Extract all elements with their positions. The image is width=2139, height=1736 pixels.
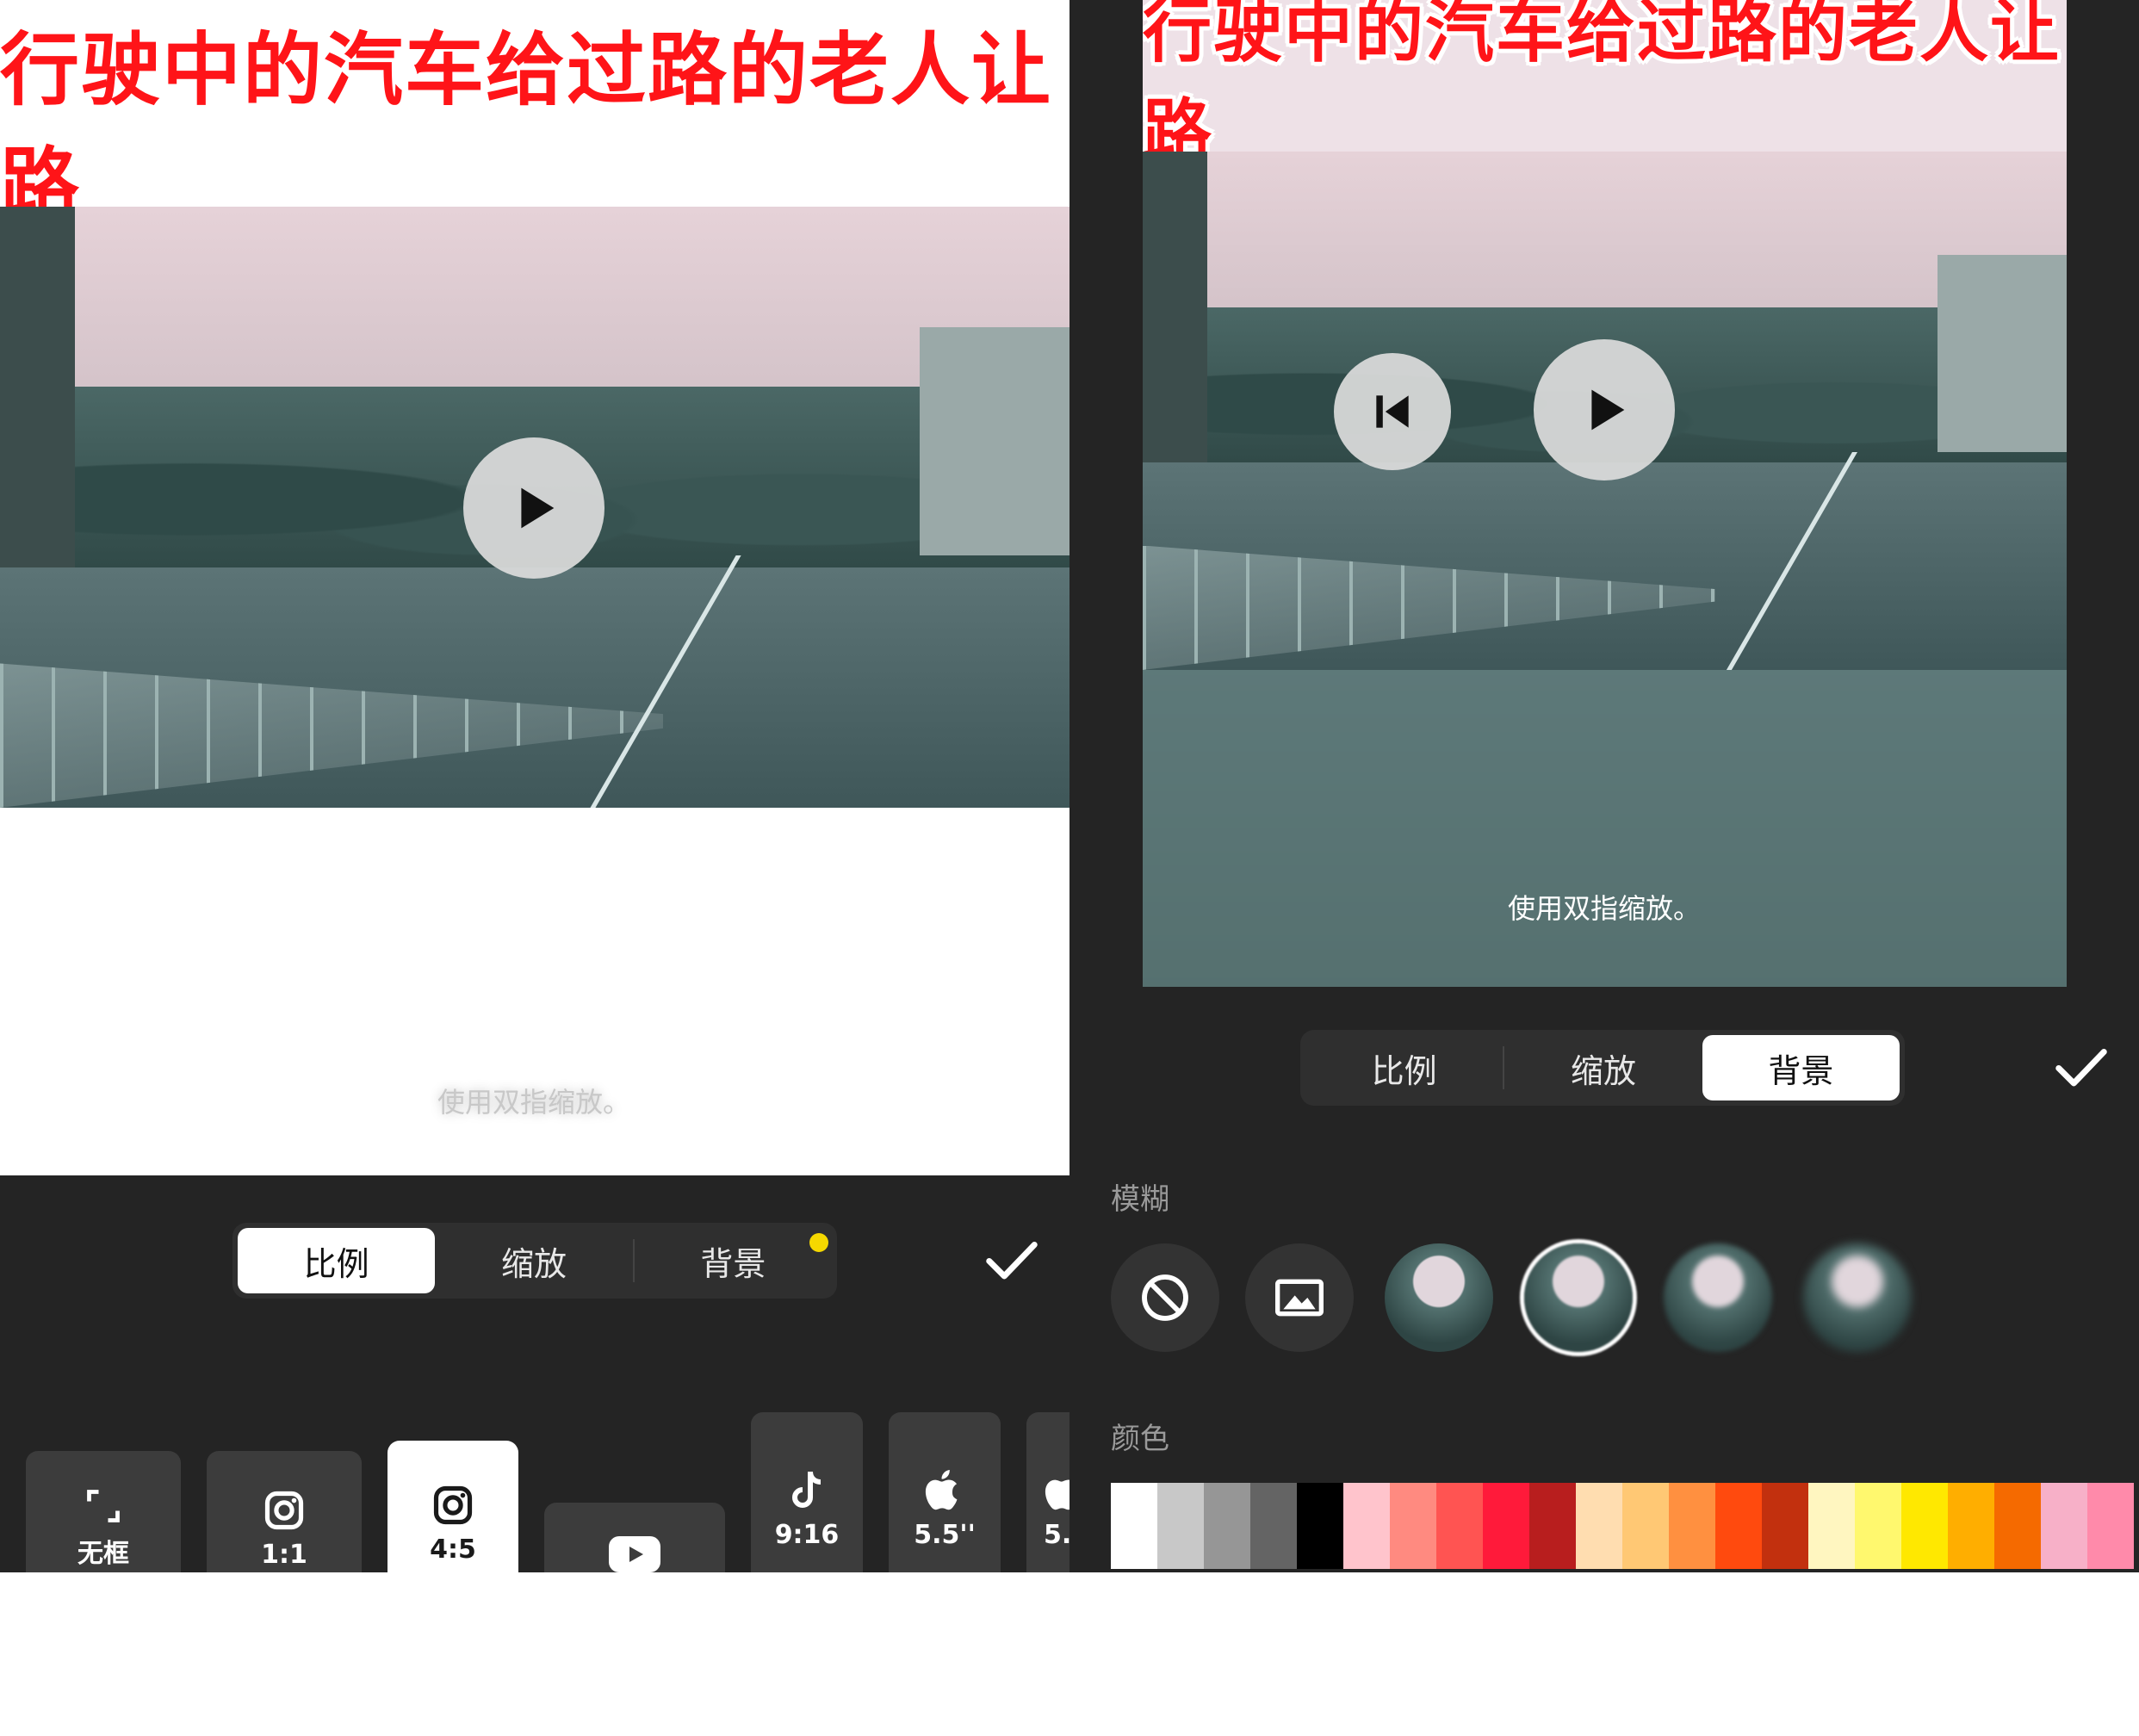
- play-icon: [521, 487, 555, 529]
- color-swatch[interactable]: [2087, 1483, 2134, 1569]
- pinch-zoom-hint: 使用双指缩放。: [437, 1086, 630, 1119]
- ratio-label: 无框: [78, 1539, 129, 1569]
- tab-ratio[interactable]: 比例: [1305, 1035, 1503, 1100]
- confirm-check-icon[interactable]: [982, 1230, 1042, 1290]
- color-swatch[interactable]: [1297, 1483, 1343, 1569]
- ratio-option-4-5[interactable]: 4:5: [388, 1441, 518, 1572]
- color-swatch[interactable]: [1529, 1483, 1576, 1569]
- none-icon: [1142, 1274, 1188, 1321]
- color-swatch[interactable]: [1808, 1483, 1855, 1569]
- color-swatch[interactable]: [1250, 1483, 1297, 1569]
- color-swatch[interactable]: [1948, 1483, 1994, 1569]
- apple-icon: [1045, 1479, 1070, 1510]
- video-title: 行驶中的汽车给过路的老人让路: [1143, 0, 2061, 171]
- color-section-label: 颜色: [1111, 1422, 1169, 1456]
- edit-mode-tabs: 比例 缩放 背景: [1300, 1030, 1905, 1106]
- tab-zoom[interactable]: 缩放: [1504, 1035, 1702, 1100]
- ratio-label: 5.5'': [914, 1520, 976, 1550]
- expand-icon: [87, 1490, 120, 1522]
- youtube-icon: [609, 1536, 660, 1572]
- skip-back-icon: [1376, 395, 1409, 428]
- color-swatch[interactable]: [1157, 1483, 1204, 1569]
- blur-level-1-option[interactable]: [1385, 1243, 1493, 1352]
- confirm-check-icon[interactable]: [2051, 1037, 2111, 1097]
- ratio-option-youtube[interactable]: [544, 1503, 725, 1572]
- color-swatch[interactable]: [1901, 1483, 1948, 1569]
- color-swatch[interactable]: [1855, 1483, 1901, 1569]
- blur-level-2-option[interactable]: [1524, 1243, 1633, 1352]
- ratio-label: 9:16: [774, 1520, 840, 1550]
- color-swatch[interactable]: [1390, 1483, 1436, 1569]
- play-button[interactable]: [1534, 339, 1675, 480]
- ratio-label: 1:1: [261, 1539, 307, 1570]
- color-swatch[interactable]: [1715, 1483, 1762, 1569]
- tiktok-icon: [792, 1471, 822, 1508]
- play-button[interactable]: [463, 437, 604, 579]
- rewind-button[interactable]: [1334, 353, 1451, 470]
- ratio-option-5-5-inch[interactable]: 5.5'': [889, 1412, 1001, 1572]
- color-swatch[interactable]: [1669, 1483, 1715, 1569]
- tab-zoom[interactable]: 缩放: [435, 1228, 632, 1293]
- tab-background[interactable]: 背景: [1702, 1035, 1900, 1100]
- color-swatch-row: [1111, 1483, 2134, 1569]
- preview-canvas: 行驶中的汽车给过路的老人让路 使用双指缩放。: [0, 0, 1070, 1175]
- edit-mode-tabs: 比例 缩放 背景: [232, 1223, 837, 1299]
- ratio-option-9-16[interactable]: 9:16: [751, 1412, 863, 1572]
- color-swatch[interactable]: [1343, 1483, 1390, 1569]
- video-title-banner: 行驶中的汽车给过路的老人让路: [1143, 0, 2067, 171]
- blur-section-label: 模糊: [1111, 1182, 1169, 1217]
- tab-background[interactable]: 背景: [635, 1228, 832, 1293]
- instagram-icon: [433, 1485, 473, 1524]
- color-swatch[interactable]: [1483, 1483, 1529, 1569]
- image-icon: [1275, 1279, 1324, 1317]
- right-editor-screen: 行驶中的汽车给过路的老人让路 使用双指缩放。 比例 缩放 背景 模糊 颜色: [1070, 0, 2139, 1572]
- ratio-label: 4:5: [430, 1534, 476, 1565]
- left-editor-screen: 行驶中的汽车给过路的老人让路 使用双指缩放。 比例 缩放 背景 无框 1:1 4…: [0, 0, 1070, 1572]
- play-icon: [1591, 389, 1625, 431]
- instagram-icon: [264, 1491, 304, 1529]
- color-swatch[interactable]: [1622, 1483, 1669, 1569]
- color-swatch[interactable]: [1436, 1483, 1483, 1569]
- preview-canvas: 行驶中的汽车给过路的老人让路 使用双指缩放。: [1143, 0, 2067, 987]
- blur-level-3-option[interactable]: [1664, 1243, 1772, 1352]
- new-feature-dot: [809, 1233, 828, 1252]
- pinch-zoom-hint: 使用双指缩放。: [1507, 892, 1701, 925]
- color-swatch[interactable]: [2041, 1483, 2087, 1569]
- color-swatch[interactable]: [1576, 1483, 1622, 1569]
- blur-level-4-option[interactable]: [1803, 1243, 1912, 1352]
- ratio-label: 5.: [1044, 1520, 1070, 1550]
- tab-ratio[interactable]: 比例: [238, 1228, 436, 1293]
- apple-icon: [925, 1470, 958, 1510]
- ratio-option-1-1[interactable]: 1:1: [207, 1451, 362, 1572]
- color-swatch[interactable]: [1762, 1483, 1808, 1569]
- video-title-banner: 行驶中的汽车给过路的老人让路: [0, 24, 1070, 231]
- color-swatch[interactable]: [1111, 1483, 1157, 1569]
- color-swatch[interactable]: [1204, 1483, 1250, 1569]
- video-title: 行驶中的汽车给过路的老人让路: [0, 24, 1053, 231]
- color-swatch[interactable]: [1994, 1483, 2041, 1569]
- ratio-option-no-frame[interactable]: 无框: [26, 1451, 181, 1572]
- blur-image-option[interactable]: [1245, 1243, 1354, 1352]
- blur-none-option[interactable]: [1111, 1243, 1219, 1352]
- ratio-option-partial[interactable]: 5.: [1026, 1412, 1070, 1572]
